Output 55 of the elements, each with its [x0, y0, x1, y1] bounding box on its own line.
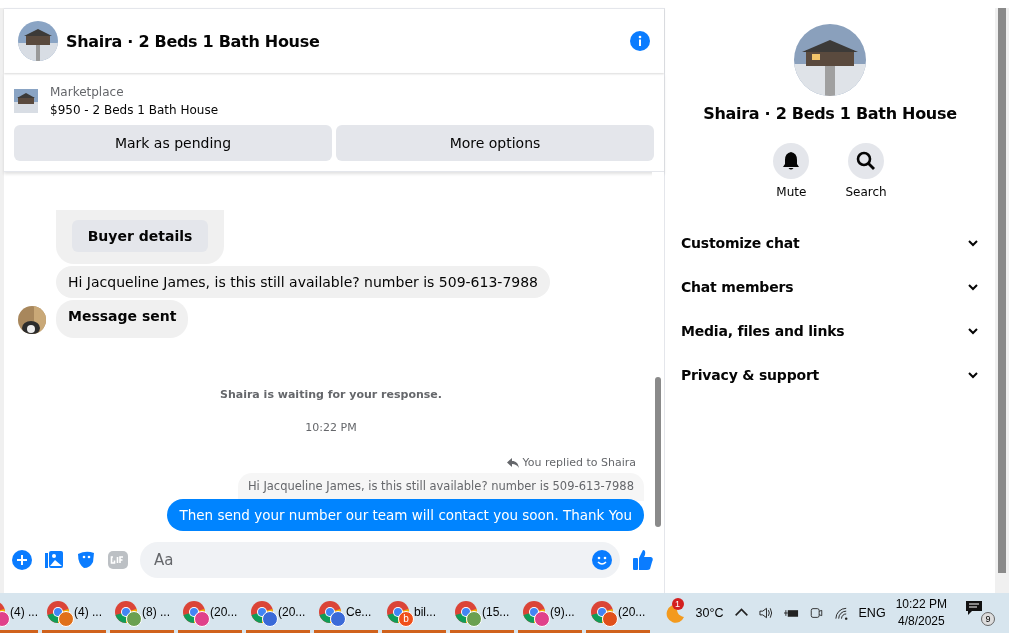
listing-source: Marketplace — [50, 84, 125, 101]
reply-icon — [506, 456, 519, 469]
message-field[interactable]: Aa — [140, 542, 620, 578]
chevron-icon[interactable] — [967, 369, 979, 381]
status-notice: Shaira is waiting for your response. — [219, 388, 443, 401]
wifi-icon[interactable] — [833, 606, 849, 620]
taskbar-app[interactable]: (15... — [450, 593, 514, 633]
search-button[interactable] — [848, 143, 884, 179]
message-bubble: Hi Jacqueline James, is this still available? number is 509-613-7988 — [56, 266, 551, 298]
chevron-icon[interactable] — [967, 281, 979, 293]
info-icon[interactable] — [630, 31, 650, 51]
taskbar-app[interactable]: (8) ... — [110, 593, 174, 633]
listing-button[interactable]: More options — [336, 125, 654, 161]
message-bubble: Message sent — [56, 300, 189, 338]
emoji-icon[interactable] — [592, 550, 612, 570]
clock-date[interactable]: 4/8/2025 — [897, 613, 945, 630]
chevron-icon[interactable] — [967, 237, 979, 249]
chat-name: Shaira · 2 Beds 1 Bath House — [703, 104, 957, 123]
taskbar-app[interactable]: (20... — [246, 593, 310, 633]
message-time: 10:22 PM — [304, 421, 358, 434]
bell-icon[interactable] — [781, 151, 802, 171]
temperature[interactable]: 30°C — [695, 606, 724, 620]
camera-icon[interactable] — [808, 606, 824, 620]
bell-button[interactable] — [773, 143, 810, 179]
taskbar-app[interactable]: (4) ... — [42, 593, 106, 633]
taskbar-app[interactable]: (4) ... — [0, 593, 38, 633]
thumbs-up-icon[interactable] — [632, 549, 654, 571]
chat-title: Shaira · 2 Beds 1 Bath House — [66, 31, 321, 51]
section-header[interactable]: Chat members — [681, 265, 979, 309]
listing-button[interactable]: Mark as pending — [14, 125, 332, 161]
taskbar-app[interactable]: (20... — [178, 593, 242, 633]
add-icon[interactable] — [12, 550, 32, 570]
photo-icon[interactable] — [44, 550, 64, 570]
taskbar-app[interactable]: (20... — [586, 593, 650, 633]
taskbar-app[interactable]: b bil... — [382, 593, 446, 633]
sticker-icon[interactable] — [76, 550, 96, 570]
action-label: Mute — [776, 185, 807, 199]
message-input[interactable]: Aa — [152, 550, 592, 570]
taskbar-app[interactable]: (9)... — [518, 593, 582, 633]
section-header[interactable]: Privacy & support — [681, 353, 979, 397]
quoted-message: Hi Jacqueline James, is this still available? number is 509-613-7988 — [237, 473, 644, 501]
section-header[interactable]: Media, files and links — [681, 309, 979, 353]
search-icon[interactable] — [856, 151, 876, 171]
section-header[interactable]: Customize chat — [681, 221, 979, 265]
language-indicator[interactable]: ENG — [858, 606, 886, 620]
listing-title: $950 - 2 Beds 1 Bath House — [50, 102, 218, 119]
speaker-icon[interactable] — [758, 606, 774, 620]
reply-label: You replied to Shaira — [522, 456, 636, 469]
clock-time[interactable]: 10:22 PM — [895, 596, 947, 613]
action-label: Search — [845, 185, 887, 199]
chevron-icon[interactable] — [967, 325, 979, 337]
buyer-details-button[interactable]: Buyer details — [72, 220, 208, 252]
message-bubble: Then send your number our team will contact you soon. Thank You — [167, 499, 644, 531]
taskbar-app[interactable]: Ce... — [314, 593, 378, 633]
scrollbar[interactable] — [995, 8, 1009, 593]
